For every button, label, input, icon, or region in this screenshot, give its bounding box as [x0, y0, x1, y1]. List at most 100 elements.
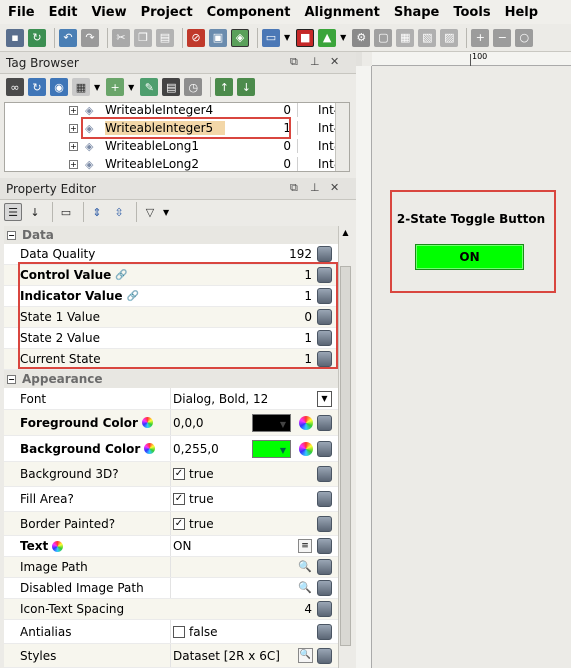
- binding-icon[interactable]: [317, 538, 332, 554]
- tag-scrollbar[interactable]: [335, 103, 349, 171]
- property-value[interactable]: 4: [170, 599, 312, 619]
- expand-icon[interactable]: +: [69, 141, 78, 151]
- tag-row[interactable]: + ◈ WriteableLong2 0 Int8: [5, 155, 341, 171]
- color-wheel-icon[interactable]: [299, 415, 313, 430]
- property-value[interactable]: 192: [170, 244, 312, 264]
- property-row-foreground-color[interactable]: Foreground Color 0,0,0 ▼: [4, 410, 338, 436]
- property-row-border-painted[interactable]: Border Painted? ✓ true: [4, 512, 338, 536]
- close-icon[interactable]: ✕: [330, 55, 339, 68]
- property-row-antialias[interactable]: Antialias false: [4, 620, 338, 644]
- binding-icon[interactable]: [317, 440, 332, 457]
- export-icon[interactable]: ↓: [237, 78, 256, 96]
- chevron-down-icon[interactable]: ▼: [340, 33, 346, 42]
- section-appearance[interactable]: − Appearance: [4, 370, 338, 388]
- color-swatch[interactable]: ▼: [252, 414, 291, 432]
- cut-icon[interactable]: ✂: [112, 28, 130, 47]
- section-data[interactable]: − Data: [4, 226, 338, 244]
- menu-file[interactable]: File: [8, 5, 35, 20]
- property-row-background-3d[interactable]: Background 3D? ✓ true: [4, 462, 338, 487]
- property-row-background-color[interactable]: Background Color 0,255,0 ▼: [4, 436, 338, 462]
- property-value[interactable]: 0,255,0: [170, 436, 316, 461]
- chevron-down-icon[interactable]: ▼: [284, 33, 290, 42]
- zoom-in-icon[interactable]: +: [471, 28, 490, 47]
- checkbox[interactable]: [173, 625, 185, 638]
- import-icon[interactable]: ↑: [215, 78, 234, 96]
- property-row-disabled-image-path[interactable]: Disabled Image Path 🔍: [4, 578, 338, 599]
- expand-icon[interactable]: +: [69, 159, 78, 169]
- float-icon[interactable]: ⧉: [290, 181, 298, 195]
- property-value[interactable]: 0,0,0: [170, 410, 316, 435]
- menu-tools[interactable]: Tools: [453, 5, 490, 20]
- property-value[interactable]: Dataset [2R x 6C]: [170, 644, 316, 667]
- timer-icon[interactable]: ◷: [184, 78, 203, 96]
- zoom-reset-icon[interactable]: ○: [515, 28, 534, 47]
- refresh-icon[interactable]: ↻: [28, 28, 46, 47]
- pin-icon[interactable]: ⊥: [310, 181, 320, 194]
- undo-icon[interactable]: ↶: [59, 28, 77, 47]
- property-row-styles[interactable]: Styles Dataset [2R x 6C] 🔍: [4, 644, 338, 668]
- property-value[interactable]: [170, 578, 316, 598]
- binding-icon[interactable]: [317, 559, 332, 575]
- float-icon[interactable]: ⧉: [290, 55, 298, 69]
- close-icon[interactable]: ✕: [330, 181, 339, 194]
- binding-icon[interactable]: [317, 246, 332, 262]
- menu-shape[interactable]: Shape: [394, 5, 440, 20]
- property-value[interactable]: ON: [170, 536, 316, 556]
- checkbox[interactable]: ✓: [173, 517, 185, 530]
- property-value[interactable]: Dialog, Bold, 12: [170, 388, 316, 409]
- expand-all-icon[interactable]: ⇕: [88, 203, 106, 221]
- menu-component[interactable]: Component: [207, 5, 291, 20]
- filter-icon[interactable]: ◉: [50, 78, 68, 96]
- binding-icon[interactable]: [317, 466, 332, 482]
- collapse-all-icon[interactable]: ⇳: [110, 203, 128, 221]
- binding-icon[interactable]: [317, 515, 332, 532]
- paste-icon[interactable]: ▤: [156, 28, 174, 47]
- color-swatch[interactable]: ▼: [252, 440, 291, 458]
- designer-canvas[interactable]: [362, 52, 571, 668]
- stop-icon[interactable]: ⊘: [187, 28, 205, 47]
- menu-edit[interactable]: Edit: [49, 5, 78, 20]
- property-row-font[interactable]: Font Dialog, Bold, 12 ▼: [4, 388, 338, 410]
- property-row-image-path[interactable]: Image Path 🔍: [4, 557, 338, 578]
- chevron-down-icon[interactable]: ▼: [163, 208, 169, 217]
- text-editor-icon[interactable]: ≡: [298, 539, 312, 553]
- pin-icon[interactable]: ⊥: [310, 55, 320, 68]
- comm-icon[interactable]: ◈: [231, 28, 249, 47]
- menu-project[interactable]: Project: [141, 5, 193, 20]
- binding-icon[interactable]: [317, 647, 332, 664]
- browse-image-icon[interactable]: 🔍: [298, 581, 313, 595]
- expand-icon[interactable]: +: [69, 123, 78, 133]
- save-icon[interactable]: ▪: [6, 28, 24, 47]
- options-icon[interactable]: ▦: [72, 78, 90, 96]
- new-tag-icon[interactable]: +: [106, 78, 125, 96]
- color-wheel-icon[interactable]: [299, 441, 313, 456]
- gear-icon[interactable]: ⚙: [352, 28, 371, 47]
- property-row-fill-area[interactable]: Fill Area? ✓ true: [4, 487, 338, 512]
- sync-icon[interactable]: ↻: [28, 78, 46, 96]
- edit-tag-icon[interactable]: ✎: [140, 78, 159, 96]
- window-icon[interactable]: ▭: [262, 28, 280, 47]
- publish-icon[interactable]: ▣: [209, 28, 227, 47]
- checkbox[interactable]: ✓: [173, 468, 185, 480]
- browse-image-icon[interactable]: 🔍: [298, 560, 313, 574]
- scroll-up-icon[interactable]: ▲: [340, 228, 351, 240]
- chevron-down-icon[interactable]: ▼: [94, 83, 100, 92]
- property-row-text[interactable]: Text ON ≡: [4, 536, 338, 557]
- tag-row[interactable]: + ◈ WriteableLong1 0 Int8: [5, 137, 341, 155]
- property-row-icon-text-spacing[interactable]: Icon-Text Spacing 4: [4, 599, 338, 620]
- opc-icon[interactable]: ▤: [162, 78, 181, 96]
- binding-icon[interactable]: [317, 414, 332, 431]
- group-icon[interactable]: ▦: [396, 28, 415, 47]
- filter-icon[interactable]: ▽: [141, 203, 159, 221]
- menu-help[interactable]: Help: [505, 5, 538, 20]
- property-scrollbar[interactable]: ▲: [338, 226, 352, 668]
- menu-alignment[interactable]: Alignment: [304, 5, 379, 20]
- dataset-editor-icon[interactable]: 🔍: [298, 648, 313, 663]
- sort-az-icon[interactable]: ↓: [26, 203, 44, 221]
- collapse-icon[interactable]: −: [7, 374, 16, 384]
- redo-icon[interactable]: ↷: [81, 28, 99, 47]
- lock-icon[interactable]: ▢: [374, 28, 393, 47]
- zoom-out-icon[interactable]: −: [493, 28, 512, 47]
- binding-icon[interactable]: [317, 601, 332, 617]
- binding-icon[interactable]: [317, 580, 332, 596]
